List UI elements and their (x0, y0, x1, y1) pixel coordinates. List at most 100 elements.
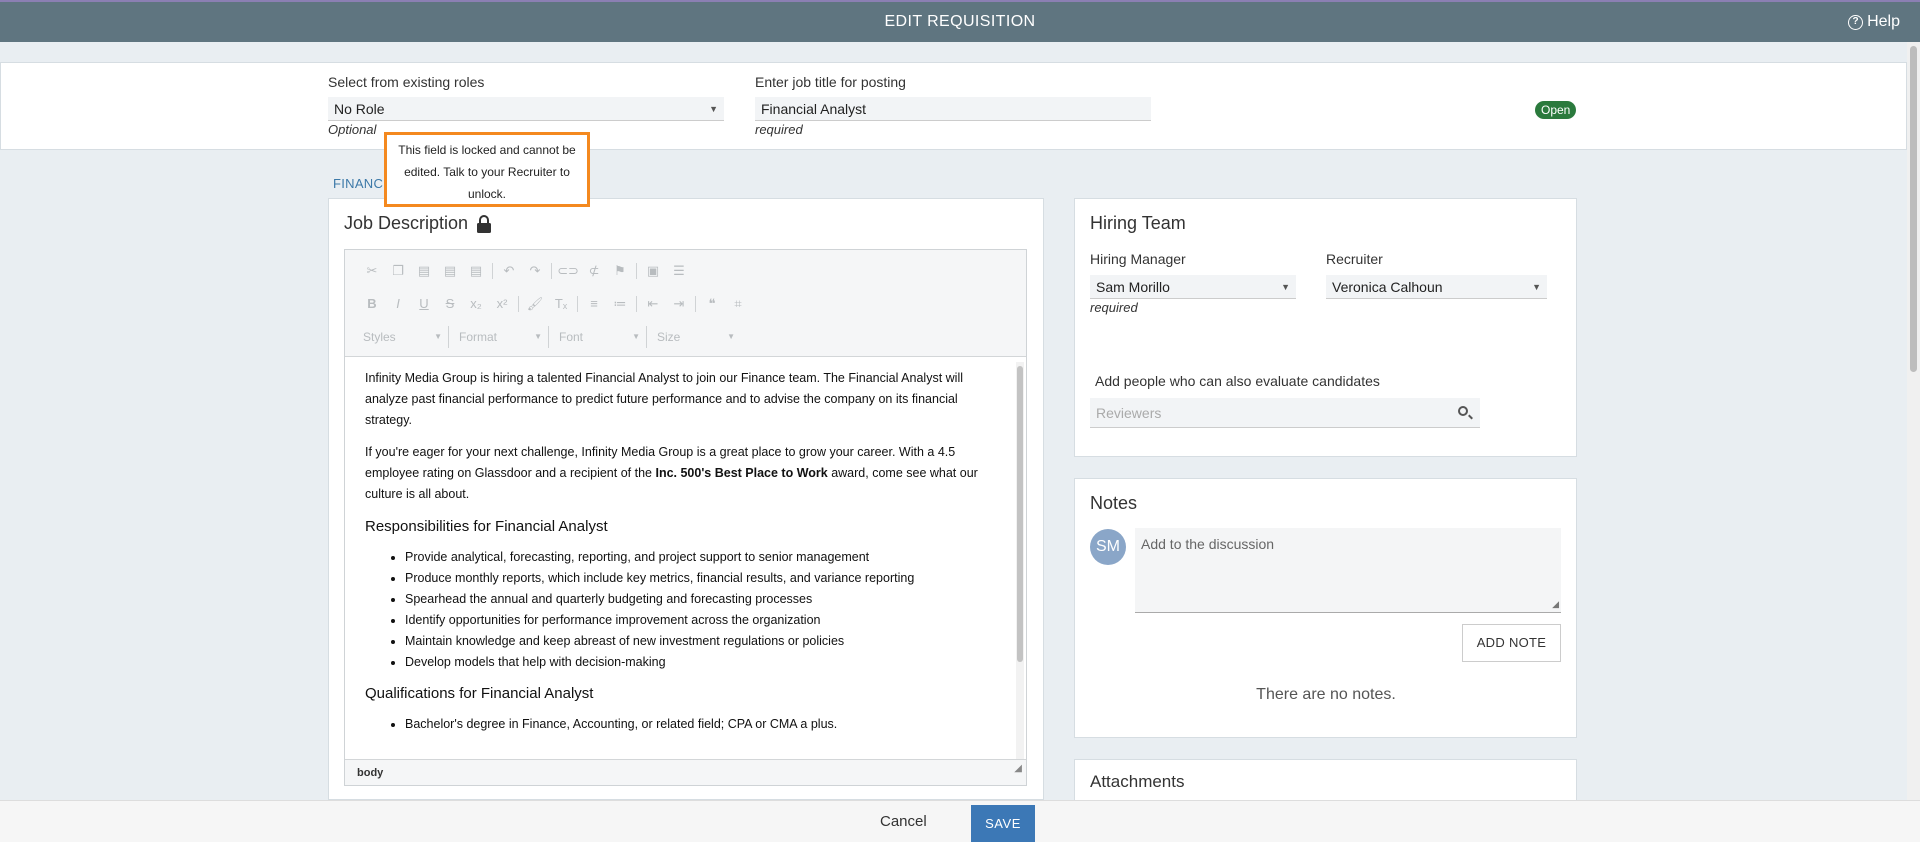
page-title: EDIT REQUISITION (884, 13, 1036, 30)
description-paragraph-1: Infinity Media Group is hiring a talente… (365, 371, 963, 427)
anchor-flag-icon[interactable]: ⚑ (607, 260, 633, 282)
note-textarea[interactable]: Add to the discussion ◢ (1135, 528, 1561, 613)
chevron-down-icon: ▼ (434, 332, 442, 341)
responsibilities-list: Provide analytical, forecasting, reporti… (365, 547, 990, 673)
role-select[interactable]: No Role ▼ (328, 97, 724, 121)
strikethrough-icon[interactable]: S (437, 293, 463, 315)
chevron-down-icon: ▼ (727, 332, 735, 341)
paste-word-icon[interactable]: ▤ (463, 260, 489, 282)
remove-format-icon[interactable]: Tₓ (548, 293, 574, 315)
editor-toolbar: ✂ ❐ ▤ ▤ ▤ ↶ ↷ ⊂⊃ ⊄ ⚑ ▣ ☰ B I U S x₂ x² 🖌… (345, 250, 1026, 357)
chevron-down-icon: ▼ (1532, 282, 1541, 292)
list-item: Develop models that help with decision-m… (405, 652, 990, 673)
job-title-value: Financial Analyst (761, 101, 867, 117)
role-label: Select from existing roles (328, 74, 485, 90)
link-icon[interactable]: ⊂⊃ (555, 260, 581, 282)
editor-scrollbar[interactable] (1016, 362, 1024, 762)
bulleted-list-icon[interactable]: ≔ (607, 293, 633, 315)
recruiter-label: Recruiter (1326, 251, 1383, 267)
tooltip-line-1: This field is locked and cannot be (398, 143, 576, 157)
recruiter-select[interactable]: Veronica Calhoun ▼ (1326, 275, 1547, 299)
role-select-value: No Role (334, 101, 385, 117)
rich-text-editor[interactable]: ✂ ❐ ▤ ▤ ▤ ↶ ↷ ⊂⊃ ⊄ ⚑ ▣ ☰ B I U S x₂ x² 🖌… (344, 249, 1027, 786)
hiring-team-title: Hiring Team (1090, 213, 1186, 233)
hiring-manager-select[interactable]: Sam Morillo ▼ (1090, 275, 1296, 299)
editor-element-path: body ◢ (345, 759, 1026, 785)
help-icon: ? (1848, 14, 1864, 30)
lock-icon (477, 214, 492, 233)
undo-icon[interactable]: ↶ (496, 260, 522, 282)
page-scrollbar-thumb[interactable] (1910, 46, 1917, 372)
job-title-label: Enter job title for posting (755, 74, 906, 90)
note-placeholder: Add to the discussion (1141, 536, 1275, 552)
format-dropdown[interactable]: Format ▼ (455, 326, 549, 348)
source-code-icon[interactable]: ⌗ (725, 293, 751, 315)
resize-handle-icon[interactable]: ◢ (1552, 599, 1559, 610)
chevron-down-icon: ▼ (534, 332, 542, 341)
numbered-list-icon[interactable]: ≡ (581, 293, 607, 315)
editor-content[interactable]: Infinity Media Group is hiring a talente… (345, 358, 1010, 758)
list-item: Maintain knowledge and keep abreast of n… (405, 631, 990, 652)
search-icon[interactable] (1458, 406, 1468, 416)
empty-notes-message: There are no notes. (1256, 686, 1396, 703)
size-dropdown[interactable]: Size ▼ (653, 326, 741, 348)
help-link[interactable]: ? Help (1848, 2, 1900, 42)
subscript-icon[interactable]: x₂ (463, 293, 489, 315)
styles-dropdown[interactable]: Styles ▼ (359, 326, 449, 348)
outdent-icon[interactable]: ⇤ (640, 293, 666, 315)
reviewers-search-input[interactable]: Reviewers (1090, 398, 1480, 428)
bold-icon[interactable]: B (359, 293, 385, 315)
italic-icon[interactable]: I (385, 293, 411, 315)
add-note-button[interactable]: ADD NOTE (1462, 624, 1561, 662)
attachments-title: Attachments (1090, 772, 1185, 791)
save-button[interactable]: SAVE (971, 805, 1035, 842)
toolbar-divider (518, 296, 519, 312)
paragraph-2-bold-text: Inc. 500's Best Place to Work (655, 466, 828, 480)
horizontal-rule-icon[interactable]: ☰ (666, 260, 692, 282)
responsibilities-heading: Responsibilities for Financial Analyst (365, 518, 608, 535)
styles-dropdown-label: Styles (363, 330, 396, 344)
recruiter-value: Veronica Calhoun (1332, 279, 1443, 295)
redo-icon[interactable]: ↷ (522, 260, 548, 282)
resize-handle-icon[interactable]: ◢ (1014, 756, 1022, 782)
toolbar-divider (551, 263, 552, 279)
blockquote-icon[interactable]: ❝ (699, 293, 725, 315)
list-item: Spearhead the annual and quarterly budge… (405, 589, 990, 610)
role-hint: Optional (328, 122, 377, 137)
list-item: Produce monthly reports, which include k… (405, 568, 990, 589)
indent-icon[interactable]: ⇥ (666, 293, 692, 315)
tab-finance[interactable]: FINANC (333, 176, 383, 191)
job-title-hint: required (755, 122, 803, 137)
cancel-button[interactable]: Cancel (880, 813, 927, 830)
element-path-body[interactable]: body (357, 767, 383, 779)
editor-scrollbar-thumb[interactable] (1017, 366, 1023, 662)
reviewers-placeholder: Reviewers (1096, 405, 1162, 421)
description-paragraph-2: If you're eager for your next challenge,… (365, 442, 990, 505)
job-description-heading: Job Description (344, 213, 492, 234)
font-dropdown[interactable]: Font ▼ (555, 326, 647, 348)
tooltip-line-3: unlock. (467, 187, 507, 201)
hiring-manager-value: Sam Morillo (1096, 279, 1170, 295)
help-label: Help (1867, 13, 1900, 30)
image-icon[interactable]: ▣ (640, 260, 666, 282)
toolbar-divider (492, 263, 493, 279)
avatar: SM (1090, 529, 1126, 565)
copy-icon[interactable]: ❐ (385, 260, 411, 282)
cut-icon[interactable]: ✂ (359, 260, 385, 282)
copy-format-icon[interactable]: 🖌 (522, 293, 548, 315)
unlink-icon[interactable]: ⊄ (581, 260, 607, 282)
qualifications-list: Bachelor's degree in Finance, Accounting… (365, 714, 990, 735)
chevron-down-icon: ▼ (709, 104, 718, 114)
chevron-down-icon: ▼ (632, 332, 640, 341)
tooltip-line-2: edited. Talk to your Recruiter to (404, 165, 570, 179)
paste-text-icon[interactable]: ▤ (437, 260, 463, 282)
paste-icon[interactable]: ▤ (411, 260, 437, 282)
toolbar-divider (577, 296, 578, 312)
hiring-manager-label: Hiring Manager (1090, 251, 1186, 267)
footer-bar: Cancel SAVE (0, 800, 1920, 842)
size-dropdown-label: Size (657, 330, 681, 344)
job-title-input[interactable]: Financial Analyst (755, 97, 1151, 121)
superscript-icon[interactable]: x² (489, 293, 515, 315)
toolbar-divider (695, 296, 696, 312)
underline-icon[interactable]: U (411, 293, 437, 315)
